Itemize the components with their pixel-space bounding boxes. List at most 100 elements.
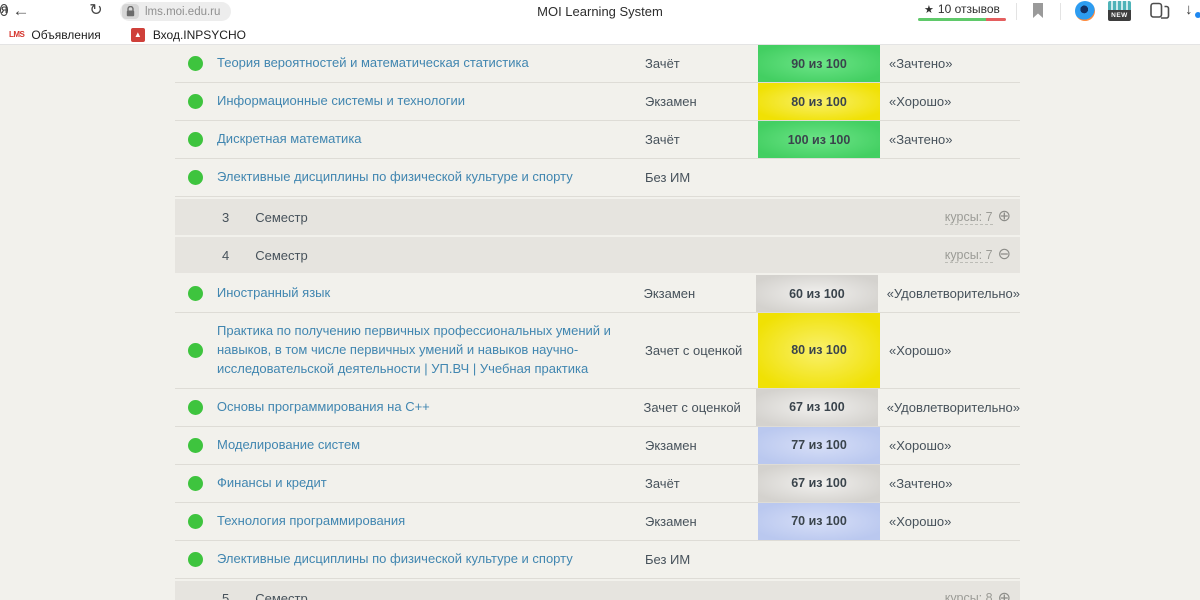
status-dot-icon xyxy=(188,286,203,301)
control-type: Зачет с оценкой xyxy=(644,389,757,426)
bookmark-icon[interactable] xyxy=(1032,3,1044,23)
course-link[interactable]: Моделирование систем xyxy=(217,427,645,464)
expand-icon[interactable]: ⊕ xyxy=(998,209,1011,225)
score-badge: 67 из 100 xyxy=(756,389,878,426)
score-badge: 60 из 100 xyxy=(756,275,878,312)
bookmark-item-inpsycho[interactable]: ▲ Вход.INPSYCHO xyxy=(131,28,246,42)
score-badge: 90 из 100 xyxy=(758,45,880,82)
semester-label: Семестр xyxy=(255,248,307,263)
status-dot-icon xyxy=(188,400,203,415)
toolbar-divider xyxy=(1016,3,1017,20)
bookmark-label: Объявления xyxy=(31,28,100,42)
course-row: Финансы и кредит Зачёт 67 из 100 «Зачтен… xyxy=(175,465,1020,503)
grades-table: Теория вероятностей и математическая ста… xyxy=(175,45,1020,600)
status-dot-icon xyxy=(188,56,203,71)
bookmarks-bar: LMS Объявления ▲ Вход.INPSYCHO xyxy=(0,24,1200,45)
grade-text xyxy=(880,541,1020,578)
collapse-icon[interactable]: ⊖ xyxy=(998,247,1011,263)
course-row: Информационные системы и технологии Экза… xyxy=(175,83,1020,121)
score-cell: 80 из 100 xyxy=(758,313,880,388)
score-cell: 80 из 100 xyxy=(758,83,880,120)
course-link[interactable]: Основы программирования на C++ xyxy=(217,389,644,426)
lock-icon[interactable] xyxy=(122,4,139,19)
course-row: Технология программирования Экзамен 70 и… xyxy=(175,503,1020,541)
score-badge xyxy=(758,159,880,196)
grade-text: «Удовлетворительно» xyxy=(878,275,1020,312)
course-link[interactable]: Дискретная математика xyxy=(217,121,645,158)
course-link[interactable]: Иностранный язык xyxy=(217,275,644,312)
course-row: Основы программирования на C++ Зачет с о… xyxy=(175,389,1020,427)
score-cell: 67 из 100 xyxy=(758,465,880,502)
course-link[interactable]: Информационные системы и технологии xyxy=(217,83,645,120)
control-type: Без ИМ xyxy=(645,159,758,196)
course-status-cell xyxy=(175,427,217,464)
grade-text: «Зачтено» xyxy=(880,465,1020,502)
course-row: Элективные дисциплины по физической куль… xyxy=(175,541,1020,579)
status-dot-icon xyxy=(188,552,203,567)
toolbar-divider xyxy=(1060,3,1061,20)
status-dot-icon xyxy=(188,94,203,109)
rating-bar-negative xyxy=(986,18,1006,21)
extension-browser-icon[interactable] xyxy=(1075,1,1095,21)
rating-bar-positive xyxy=(918,18,986,21)
grade-text: «Хорошо» xyxy=(880,313,1020,388)
course-status-cell xyxy=(175,121,217,158)
course-status-cell xyxy=(175,83,217,120)
courses-count-link[interactable]: курсы: 8 xyxy=(945,591,993,600)
semester-number: 5 xyxy=(222,591,229,600)
score-badge xyxy=(758,541,880,578)
courses-count-link[interactable]: курсы: 7 xyxy=(945,210,993,225)
course-row: Теория вероятностей и математическая ста… xyxy=(175,45,1020,83)
rating-label: 10 отзывов xyxy=(938,2,1000,16)
score-badge: 80 из 100 xyxy=(758,313,880,388)
inpsycho-favicon: ▲ xyxy=(131,28,145,42)
score-badge: 80 из 100 xyxy=(758,83,880,120)
semester-controls: курсы: 8 ⊕ xyxy=(945,591,1011,600)
back-icon[interactable]: ← xyxy=(10,1,32,21)
courses-count-link[interactable]: курсы: 7 xyxy=(945,248,993,263)
yandex-icon[interactable]: Я xyxy=(0,4,8,16)
course-link[interactable]: Практика по получению первичных професси… xyxy=(217,313,645,388)
score-badge: 67 из 100 xyxy=(758,465,880,502)
course-status-cell xyxy=(175,503,217,540)
grade-text xyxy=(880,159,1020,196)
grade-text: «Зачтено» xyxy=(880,121,1020,158)
download-icon[interactable]: ↓ xyxy=(1185,1,1193,18)
site-rating-widget[interactable]: ★ 10 отзывов xyxy=(918,2,1006,21)
course-status-cell xyxy=(175,159,217,196)
course-row: Моделирование систем Экзамен 77 из 100 «… xyxy=(175,427,1020,465)
course-row: Элективные дисциплины по физической куль… xyxy=(175,159,1020,197)
course-link[interactable]: Финансы и кредит xyxy=(217,465,645,502)
status-dot-icon xyxy=(188,170,203,185)
extension-new-icon[interactable]: NEW xyxy=(1108,1,1131,21)
page-title: MOI Learning System xyxy=(300,4,900,19)
control-type: Экзамен xyxy=(645,503,758,540)
semester-label: Семестр xyxy=(255,210,307,225)
control-type: Зачёт xyxy=(645,465,758,502)
course-link[interactable]: Элективные дисциплины по физической куль… xyxy=(217,159,645,196)
status-dot-icon xyxy=(188,476,203,491)
score-cell: 67 из 100 xyxy=(756,389,878,426)
course-status-cell xyxy=(175,465,217,502)
course-link[interactable]: Элективные дисциплины по физической куль… xyxy=(217,541,645,578)
control-type: Экзамен xyxy=(645,427,758,464)
score-cell: 90 из 100 xyxy=(758,45,880,82)
lms-page: Теория вероятностей и математическая ста… xyxy=(0,45,1200,600)
course-link[interactable]: Теория вероятностей и математическая ста… xyxy=(217,45,645,82)
address-bar[interactable]: lms.moi.edu.ru xyxy=(120,2,231,21)
status-dot-icon xyxy=(188,438,203,453)
score-badge: 100 из 100 xyxy=(758,121,880,158)
bookmark-item-announcements[interactable]: LMS Объявления xyxy=(9,28,101,42)
semester-number: 4 xyxy=(222,248,229,263)
score-cell: 70 из 100 xyxy=(758,503,880,540)
expand-icon[interactable]: ⊕ xyxy=(998,591,1011,600)
collections-icon[interactable] xyxy=(1150,2,1170,25)
refresh-icon[interactable]: ↻ xyxy=(85,1,107,21)
score-cell xyxy=(758,159,880,196)
new-badge: NEW xyxy=(1108,10,1131,21)
extension-new-art xyxy=(1108,1,1131,10)
control-type: Зачет с оценкой xyxy=(645,313,758,388)
course-link[interactable]: Технология программирования xyxy=(217,503,645,540)
grade-text: «Хорошо» xyxy=(880,503,1020,540)
rating-bar xyxy=(918,18,1006,21)
